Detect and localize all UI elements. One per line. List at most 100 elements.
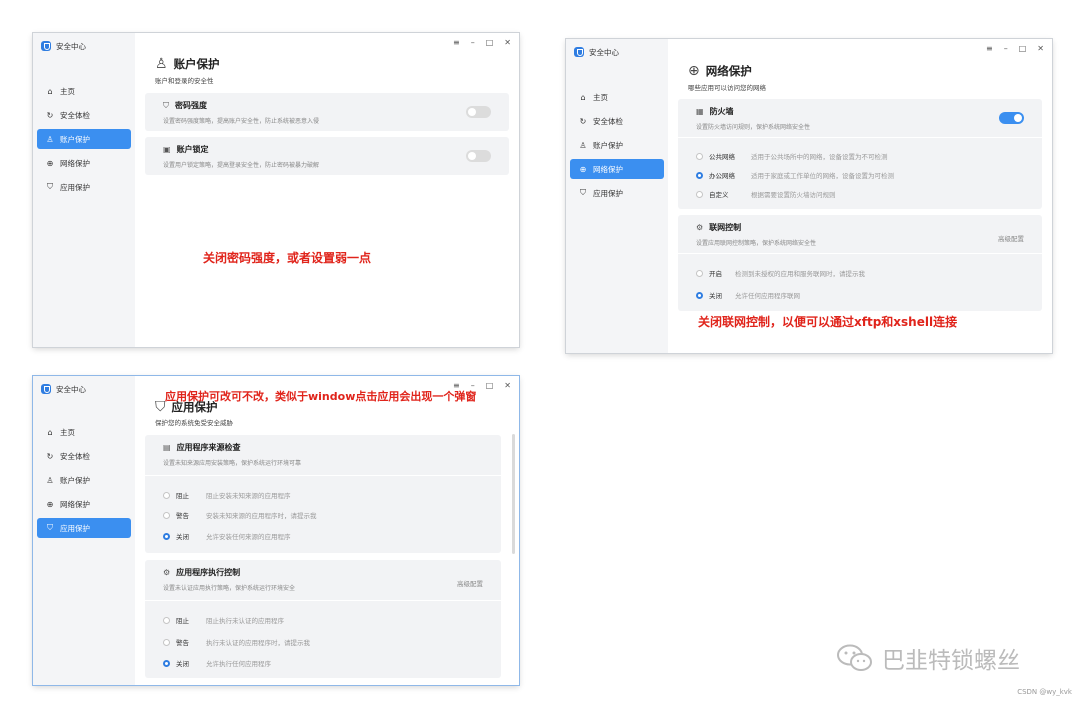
radio-option[interactable]: 警告 安装未知来源的应用程序时，请提示我 [163,510,317,520]
radio-button[interactable] [163,638,170,646]
option-desc: 根据需要设置防火墙访问规则 [751,191,836,199]
card-desc: 设置密码强度策略，提高账户安全性，防止系统被恶意入侵 [163,118,320,125]
radio-button-selected[interactable] [163,532,170,540]
menu-icon[interactable]: ≡ [986,44,993,53]
user-icon: ♙ [579,140,587,150]
option-desc: 适用于家庭或工作单位的网络，设备设置为可检测 [751,172,894,180]
option-desc: 执行未认证的应用程序时，请提示我 [206,639,310,647]
card-title: ⚙ 应用程序执行控制 [163,567,240,578]
card-desc: 设置未认证应用执行策略，保护系统运行环境安全 [163,585,296,592]
radio-option[interactable]: 警告 执行未认证的应用程序时，请提示我 [163,637,310,647]
radio-option[interactable]: 阻止 阻止安装未知来源的应用程序 [163,490,291,500]
radio-option[interactable]: 关闭 允许安装任何来源的应用程序 [163,531,291,541]
option-desc: 阻止执行未认证的应用程序 [206,617,284,625]
radio-button-selected[interactable] [696,291,703,299]
option-desc: 允许任何应用程序联网 [735,292,800,300]
home-icon: ⌂ [47,427,53,437]
nav-item-checkup[interactable]: ↻ 安全体检 [37,105,131,125]
app-title: 安全中心 [56,384,86,394]
nav-item-account[interactable]: ♙ 账户保护 [37,129,131,149]
annotation-note: 关闭联网控制，以便可以通过xftp和xshell连接 [698,315,958,329]
nav-item-app[interactable]: ⛉ 应用保护 [570,183,664,203]
card-title: ▦ 防火墙 [696,106,734,117]
globe-icon: ⊕ [46,499,54,509]
nav-label: 账户保护 [60,134,90,144]
nav-item-checkup[interactable]: ↻ 安全体检 [37,446,131,466]
nav-item-network[interactable]: ⊕ 网络保护 [37,153,131,173]
maximize-icon[interactable]: □ [486,38,494,47]
account-lock-toggle[interactable] [466,150,491,162]
radio-option[interactable]: 关闭 允许任何应用程序联网 [696,290,800,300]
nav-label: 安全体检 [60,451,90,461]
network-icon: ⚙ [696,223,704,232]
radio-option[interactable]: 自定义 根据需要设置防火墙访问规则 [696,189,836,199]
divider [678,253,1042,254]
nav-list: ⌂ 主页 ↻ 安全体检 ♙ 账户保护 ⊕ 网络保护 ⛉ 应用保护 [37,422,131,542]
radio-button[interactable] [696,269,703,277]
close-icon[interactable]: ✕ [504,381,511,390]
window-network-protection: 安全中心 ⌂ 主页 ↻ 安全体检 ♙ 账户保护 ⊕ 网络保护 ⛉ 应用保护 ≡ – □ ✕… [566,39,1052,353]
maximize-icon[interactable]: □ [1019,44,1027,53]
annotation-note: 应用保护可改可不改，类似于window点击应用会出现一个弹窗 [165,390,477,403]
nav-item-network[interactable]: ⊕ 网络保护 [37,494,131,514]
option-desc: 安装未知来源的应用程序时，请提示我 [206,512,317,520]
menu-icon[interactable]: ≡ [453,38,460,47]
nav-item-home[interactable]: ⌂ 主页 [570,87,664,107]
radio-option[interactable]: 阻止 阻止执行未认证的应用程序 [163,615,284,625]
nav-item-checkup[interactable]: ↻ 安全体检 [570,111,664,131]
maximize-icon[interactable]: □ [486,381,494,390]
radio-button[interactable] [696,190,703,198]
nav-item-account[interactable]: ♙ 账户保护 [37,470,131,490]
card-network-control: ⚙ 联网控制 设置应用联网控制策略，保护系统网络安全性 高级配置 开启 检测到未授权… [678,215,1042,311]
nav-item-network[interactable]: ⊕ 网络保护 [570,159,664,179]
nav-item-account[interactable]: ♙ 账户保护 [570,135,664,155]
minimize-icon[interactable]: – [1004,44,1008,53]
radio-button[interactable] [163,511,170,519]
shield-icon: ⛉ [47,182,53,191]
option-label: 关闭 [176,660,189,668]
page-title: 网络保护 [705,64,752,78]
nav-label: 网络保护 [593,164,623,174]
firewall-toggle[interactable] [999,112,1024,124]
source-check-icon: ▤ [163,443,171,452]
nav-label: 账户保护 [60,475,90,485]
shield-icon: ⛉ [163,100,169,110]
security-center-logo-icon [41,384,51,394]
radio-option[interactable]: 办公网络 适用于家庭或工作单位的网络，设备设置为可检测 [696,170,894,180]
refresh-icon: ↻ [46,110,54,120]
divider [145,600,501,601]
advanced-config-link[interactable]: 高级配置 [457,578,483,588]
close-icon[interactable]: ✕ [1037,44,1044,53]
nav-label: 应用保护 [60,182,90,192]
option-label: 办公网络 [709,172,735,180]
window-app-protection: 安全中心 ⌂ 主页 ↻ 安全体检 ♙ 账户保护 ⊕ 网络保护 ⛉ 应用保护 ≡ – □ ✕… [33,376,519,685]
radio-option[interactable]: 开启 检测到未授权的应用和服务联网时，请提示我 [696,268,865,278]
option-label: 阻止 [176,492,189,500]
nav-item-app[interactable]: ⛉ 应用保护 [37,177,131,197]
card-title: ▤ 应用程序来源检查 [163,442,241,453]
scrollbar[interactable] [512,434,515,554]
nav-list: ⌂ 主页 ↻ 安全体检 ♙ 账户保护 ⊕ 网络保护 ⛉ 应用保护 [37,81,131,201]
option-desc: 适用于公共场所中的网络，设备设置为不可检测 [751,153,888,161]
nav-item-home[interactable]: ⌂ 主页 [37,81,131,101]
radio-button-selected[interactable] [163,659,170,667]
radio-button[interactable] [163,491,170,499]
radio-option[interactable]: 关闭 允许执行任何应用程序 [163,658,271,668]
globe-icon: ⊕ [688,63,700,79]
radio-option[interactable]: 公共网络 适用于公共场所中的网络，设备设置为不可检测 [696,151,888,161]
card-firewall: ▦ 防火墙 设置防火墙访问规则，保护系统网络安全性 公共网络 适用于公共场所中的网络… [678,99,1042,209]
radio-button[interactable] [163,616,170,624]
close-icon[interactable]: ✕ [504,38,511,47]
minimize-icon[interactable]: – [471,38,475,47]
shield-icon: ⛉ [47,523,53,532]
radio-button-selected[interactable] [696,171,703,179]
user-icon: ♙ [46,475,54,485]
radio-button[interactable] [696,152,703,160]
option-label: 自定义 [709,191,729,199]
security-center-logo-icon [41,41,51,51]
nav-item-app[interactable]: ⛉ 应用保护 [37,518,131,538]
nav-label: 网络保护 [60,158,90,168]
advanced-config-link[interactable]: 高级配置 [998,233,1024,243]
nav-item-home[interactable]: ⌂ 主页 [37,422,131,442]
password-strength-toggle[interactable] [466,106,491,118]
